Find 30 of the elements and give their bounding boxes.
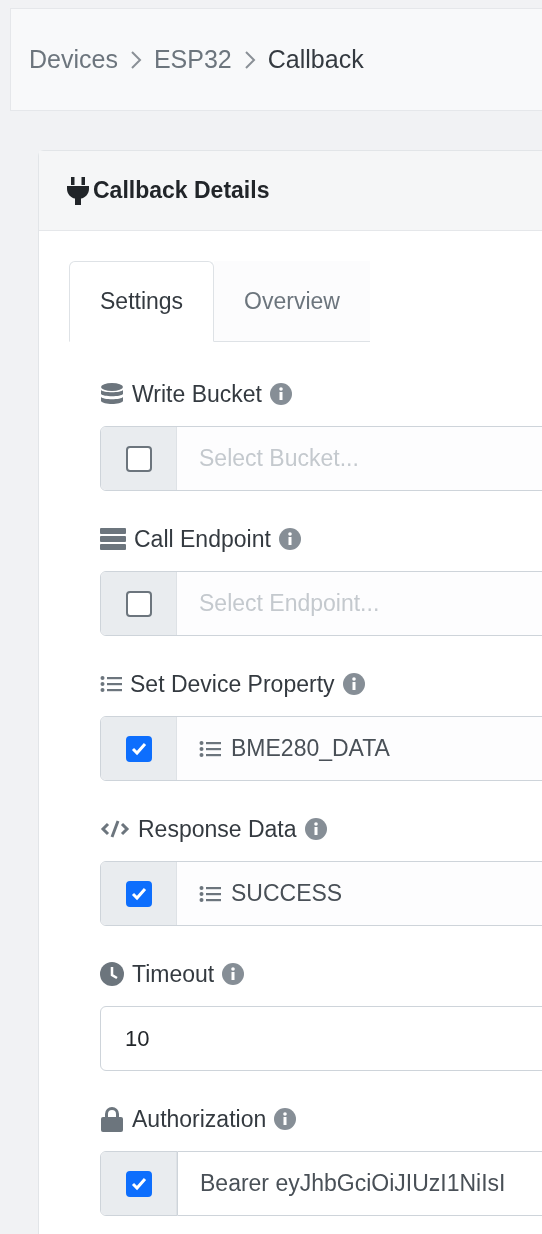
database-icon (100, 382, 124, 406)
info-icon[interactable] (269, 383, 292, 405)
plug-icon (67, 176, 89, 205)
breadcrumb-current: Callback (267, 43, 364, 75)
info-icon[interactable] (278, 528, 301, 550)
chevron-icon (129, 48, 142, 71)
server-icon (100, 528, 126, 550)
field-label: Write Bucket (132, 379, 262, 409)
checkbox[interactable] (125, 1170, 152, 1197)
info-icon[interactable] (304, 818, 327, 840)
card-title: Callback Details (93, 176, 270, 206)
breadcrumb-link[interactable]: ESP32 (153, 40, 232, 79)
code-icon (100, 819, 130, 839)
chevron-icon (243, 48, 256, 71)
field-label: Timeout (132, 959, 215, 989)
input-field[interactable]: Bearer eyJhbGciOiJIUzI1NiIsI (178, 1151, 542, 1216)
field-label: Authorization (132, 1104, 267, 1134)
info-icon[interactable] (222, 963, 245, 985)
field-label: Call Endpoint (134, 524, 271, 554)
lock-icon (100, 1106, 124, 1132)
info-icon[interactable] (274, 1108, 297, 1130)
field-label: Set Device Property (130, 669, 335, 699)
tab[interactable]: Settings (69, 261, 215, 342)
list-icon (100, 675, 122, 693)
input-field[interactable]: 10 (100, 1006, 542, 1071)
clock-icon (100, 962, 124, 986)
info-icon[interactable] (342, 673, 365, 695)
field-label: Response Data (138, 814, 297, 844)
breadcrumb-link[interactable]: Devices (29, 40, 118, 79)
check-icon (130, 1176, 147, 1191)
